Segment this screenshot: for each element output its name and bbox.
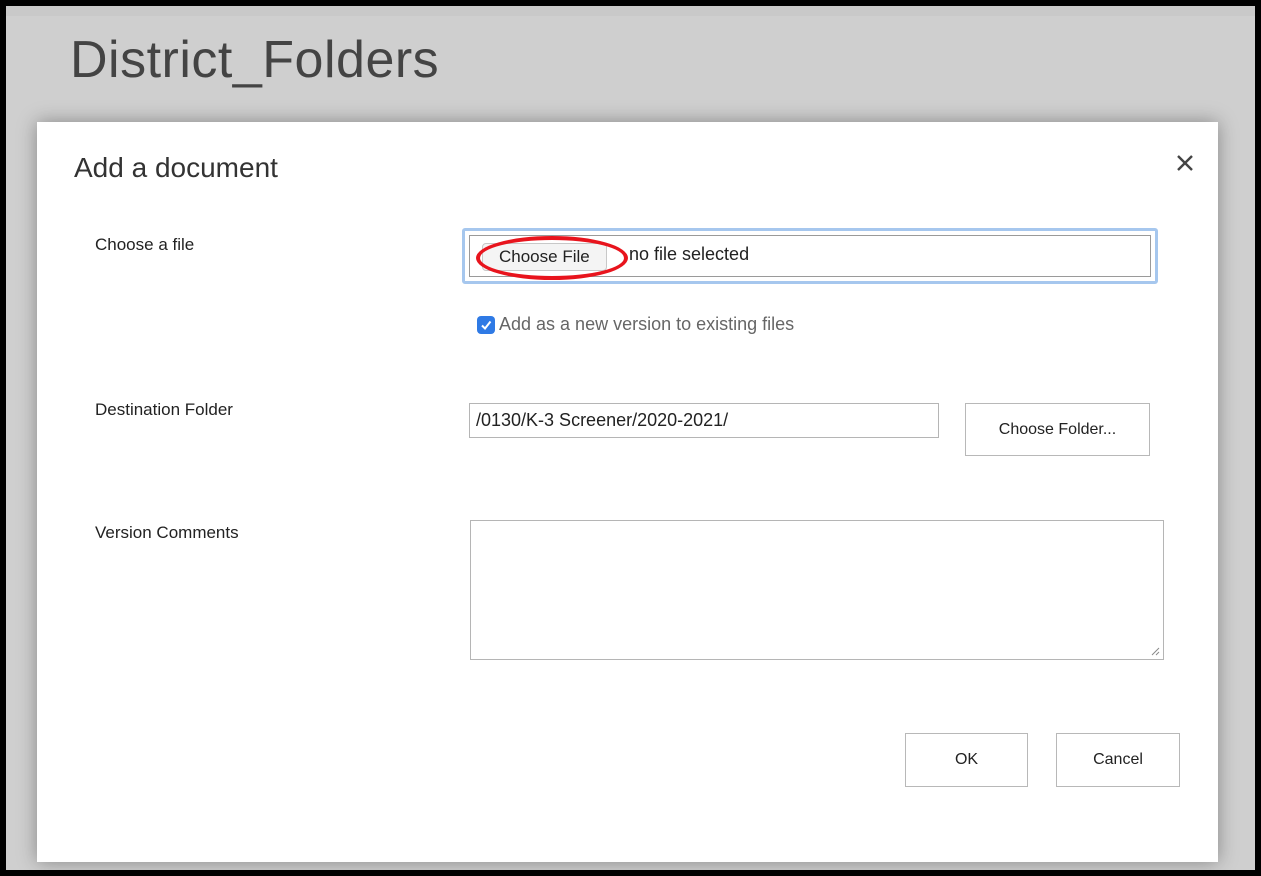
top-strip	[6, 6, 1255, 16]
choose-folder-button[interactable]: Choose Folder...	[965, 403, 1150, 456]
close-icon	[1177, 155, 1193, 171]
page-background: District_Folders Add a document Choose a…	[6, 6, 1255, 870]
add-version-checkbox[interactable]	[477, 315, 495, 334]
add-version-label: Add as a new version to existing files	[499, 314, 795, 334]
choose-file-label: Choose a file	[95, 235, 195, 254]
version-comments-label: Version Comments	[95, 523, 239, 542]
add-version-option[interactable]: Add as a new version to existing files	[477, 314, 794, 335]
page-title: District_Folders	[70, 31, 440, 89]
file-input[interactable]: Choose File no file selected	[462, 228, 1158, 284]
choose-file-button[interactable]: Choose File	[482, 243, 607, 271]
resize-grip-icon[interactable]	[1150, 646, 1160, 656]
close-button[interactable]	[1170, 148, 1200, 178]
dialog-title: Add a document	[74, 152, 278, 183]
destination-folder-field[interactable]: /0130/K-3 Screener/2020-2021/	[469, 403, 939, 438]
file-input-box: Choose File no file selected	[469, 235, 1151, 277]
cancel-button[interactable]: Cancel	[1056, 733, 1180, 787]
version-comments-textarea[interactable]	[470, 520, 1164, 660]
file-status-text: no file selected	[629, 244, 750, 264]
destination-folder-label: Destination Folder	[95, 400, 233, 419]
ok-button[interactable]: OK	[905, 733, 1028, 787]
add-document-dialog: Add a document Choose a file Choose File…	[37, 122, 1218, 862]
checkmark-icon	[481, 320, 492, 330]
